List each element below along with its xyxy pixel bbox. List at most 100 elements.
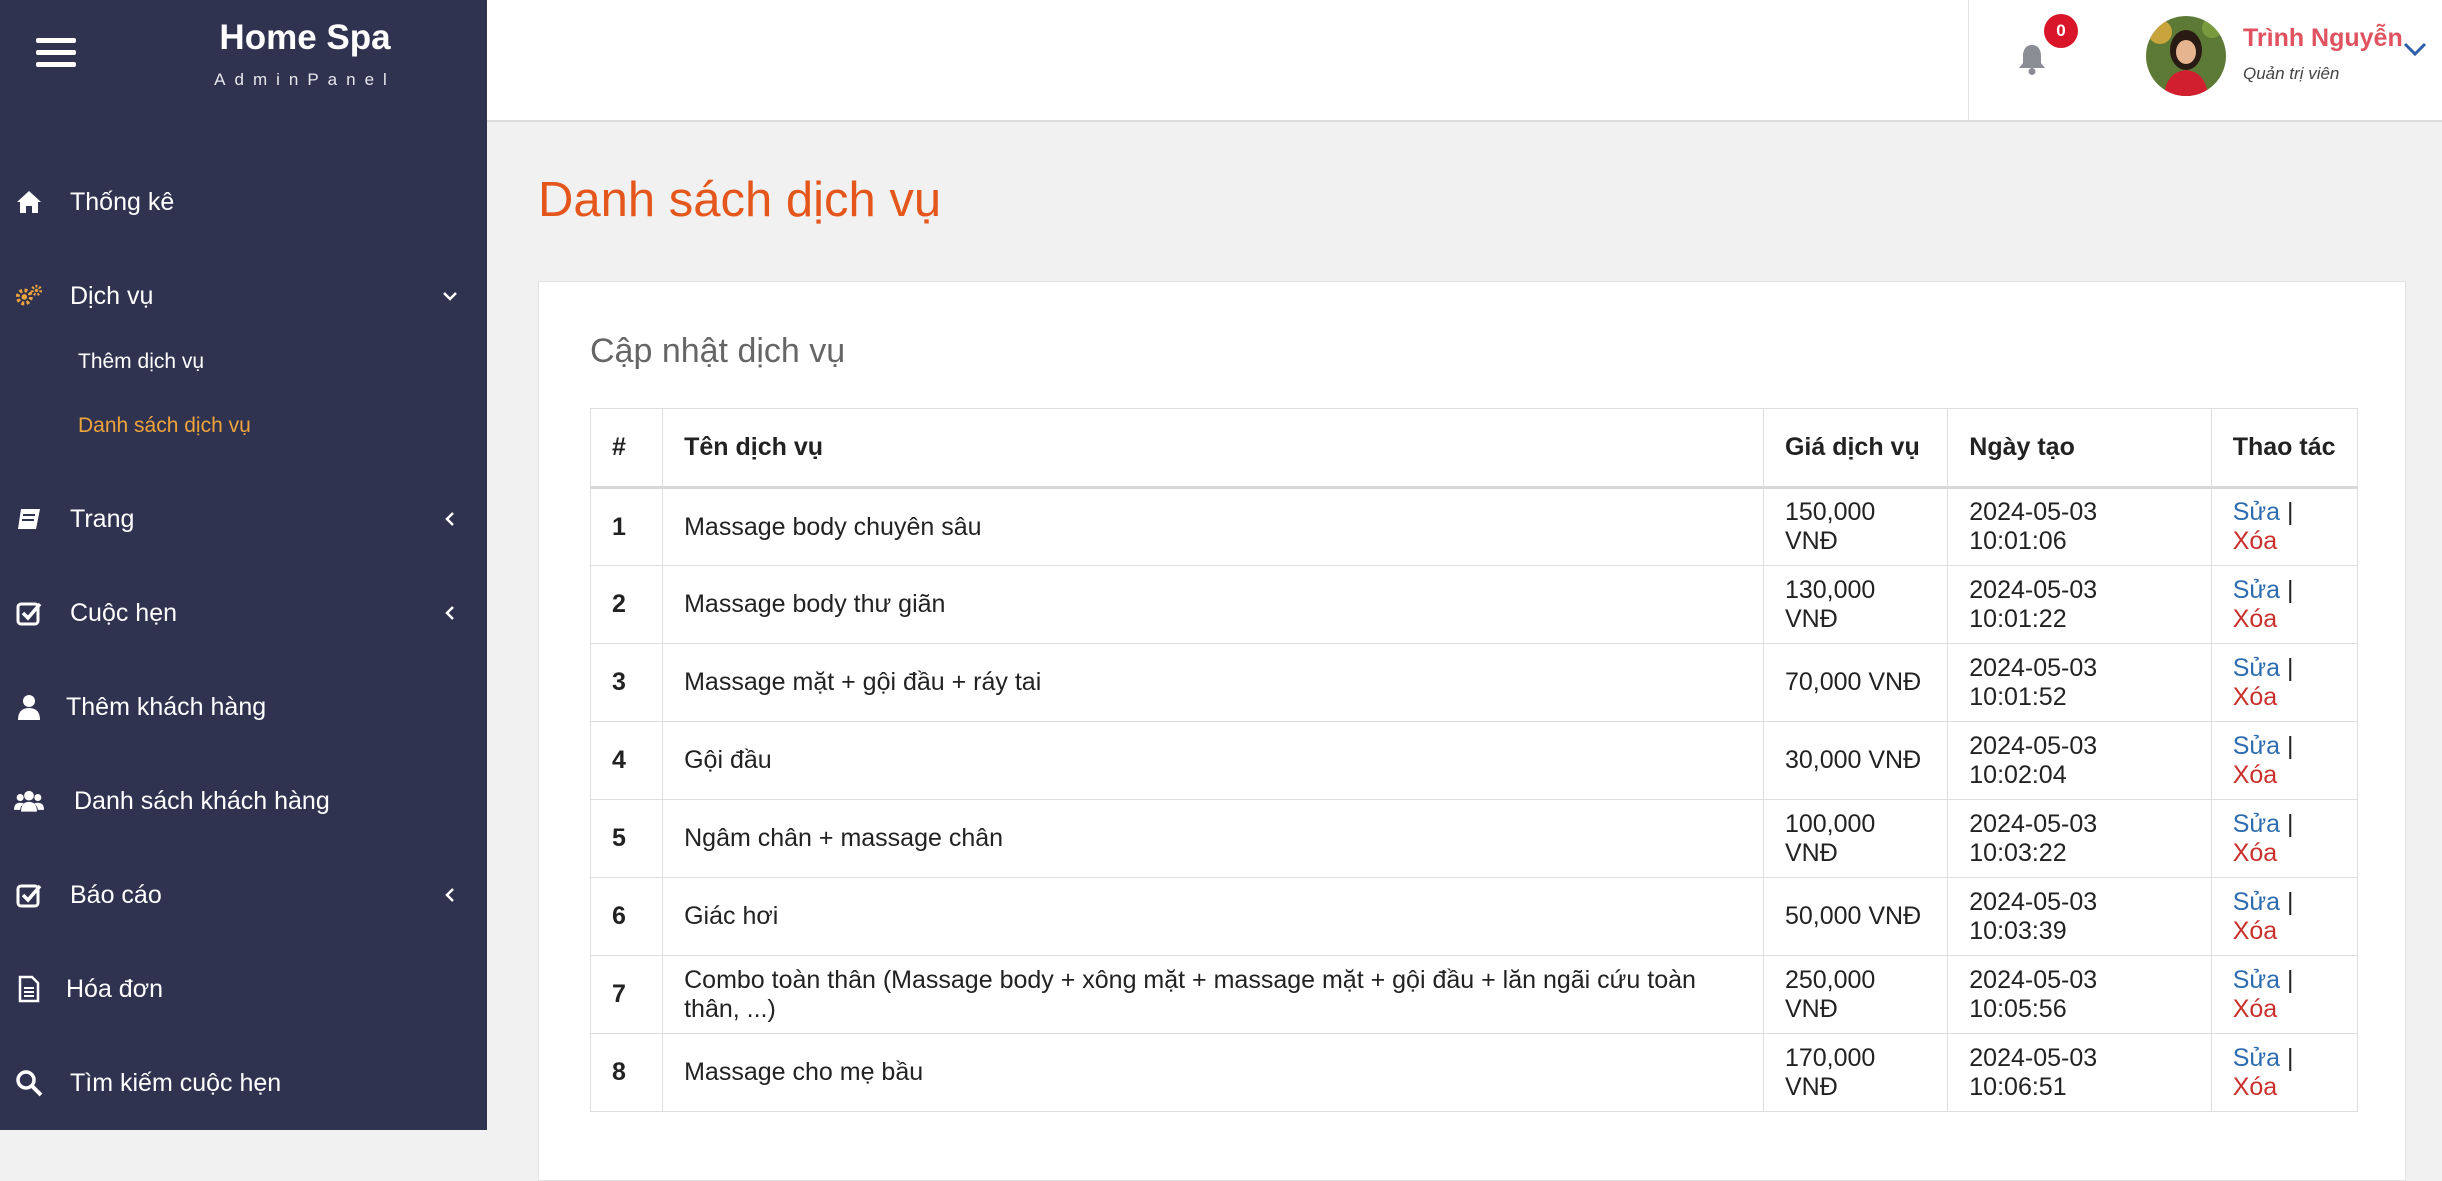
service-price-cell: 50,000 VNĐ <box>1762 877 1949 956</box>
sidebar-item-danh-sach-khach-hang[interactable]: Danh sách khách hàng <box>0 766 487 836</box>
created-date-cell: 2024-05-03 10:03:39 <box>1947 877 2212 956</box>
service-price-cell: 30,000 VNĐ <box>1762 721 1949 800</box>
delete-link[interactable]: Xóa <box>2233 605 2277 633</box>
sidebar-item-dich-vu[interactable]: Dịch vụ <box>0 261 487 331</box>
actions-cell: Sửa | Xóa <box>2210 487 2359 566</box>
gears-icon <box>14 281 44 311</box>
sidebar-item-label: Trang <box>70 504 135 533</box>
created-date-cell: 2024-05-03 10:03:22 <box>1947 799 2212 878</box>
delete-link[interactable]: Xóa <box>2233 839 2277 867</box>
created-date-cell: 2024-05-03 10:05:56 <box>1947 955 2212 1034</box>
sidebar-item-label: Báo cáo <box>70 880 162 909</box>
delete-link[interactable]: Xóa <box>2233 527 2277 555</box>
brand-subtitle: AdminPanel <box>214 70 396 89</box>
actions-cell: Sửa | Xóa <box>2210 955 2359 1034</box>
avatar[interactable] <box>2146 16 2226 96</box>
chevron-down-icon[interactable] <box>2400 38 2430 60</box>
hamburger-menu-icon[interactable] <box>36 38 76 68</box>
action-separator: | <box>2287 965 2294 994</box>
actions-cell: Sửa | Xóa <box>2210 721 2359 800</box>
sidebar-item-cuoc-hen[interactable]: Cuộc hẹn <box>0 578 487 648</box>
service-price-cell: 70,000 VNĐ <box>1762 643 1949 722</box>
column-header-service-name: Tên dịch vụ <box>662 408 1764 489</box>
table-row: 2 Massage body thư giãn 130,000 VNĐ 2024-05… <box>589 565 2359 644</box>
created-date-cell: 2024-05-03 10:06:51 <box>1947 1033 2212 1112</box>
table-row: 1 Massage body chuyên sâu 150,000 VNĐ 2024-… <box>589 487 2359 566</box>
chevron-down-icon <box>443 292 457 301</box>
edit-link[interactable]: Sửa <box>2233 1044 2280 1072</box>
table-row: 6 Giác hơi 50,000 VNĐ 2024-05-03 10:03:39 Sử… <box>589 877 2359 956</box>
service-name-cell: Combo toàn thân (Massage body + xông mặt… <box>662 955 1764 1034</box>
edit-link[interactable]: Sửa <box>2233 888 2280 916</box>
created-date-cell: 2024-05-03 10:01:52 <box>1947 643 2212 722</box>
sidebar-subitem-danh-sach-dich-vu[interactable]: Danh sách dịch vụ <box>78 414 251 438</box>
chevron-left-icon <box>445 512 454 526</box>
delete-link[interactable]: Xóa <box>2233 1073 2277 1101</box>
users-icon <box>14 786 44 816</box>
row-number: 1 <box>589 487 664 566</box>
edit-link[interactable]: Sửa <box>2233 732 2280 760</box>
service-name-cell: Massage body thư giãn <box>662 565 1764 644</box>
row-number: 6 <box>589 877 664 956</box>
column-header-price: Giá dịch vụ <box>1762 408 1949 489</box>
delete-link[interactable]: Xóa <box>2233 683 2277 711</box>
sidebar-item-bao-cao[interactable]: Báo cáo <box>0 860 487 930</box>
row-number: 2 <box>589 565 664 644</box>
delete-link[interactable]: Xóa <box>2233 761 2277 789</box>
row-number: 8 <box>589 1033 664 1112</box>
delete-link[interactable]: Xóa <box>2233 995 2277 1023</box>
row-number: 7 <box>589 955 664 1034</box>
user-icon <box>14 692 44 722</box>
bell-icon[interactable] <box>2016 42 2048 76</box>
table-header-row: # Tên dịch vụ Giá dịch vụ Ngày tạo Thao … <box>589 408 2359 489</box>
sidebar-item-them-khach-hang[interactable]: Thêm khách hàng <box>0 672 487 742</box>
sidebar-item-thong-ke[interactable]: Thống kê <box>0 167 487 237</box>
service-name-cell: Gội đầu <box>662 721 1764 800</box>
service-name-cell: Giác hơi <box>662 877 1764 956</box>
edit-link[interactable]: Sửa <box>2233 810 2280 838</box>
chevron-left-icon <box>445 606 454 620</box>
notification-badge: 0 <box>2044 14 2078 48</box>
service-price-cell: 150,000 VNĐ <box>1762 487 1949 566</box>
sidebar-subitem-them-dich-vu[interactable]: Thêm dịch vụ <box>78 350 204 374</box>
book-icon <box>14 504 44 534</box>
user-name[interactable]: Trình Nguyễn <box>2243 24 2403 53</box>
check-square-icon <box>14 880 44 910</box>
card-title: Cập nhật dịch vụ <box>590 332 846 370</box>
delete-link[interactable]: Xóa <box>2233 917 2277 945</box>
created-date-cell: 2024-05-03 10:02:04 <box>1947 721 2212 800</box>
service-name-cell: Massage body chuyên sâu <box>662 487 1764 566</box>
sidebar-item-trang[interactable]: Trang <box>0 484 487 554</box>
column-header-created: Ngày tạo <box>1947 408 2212 489</box>
actions-cell: Sửa | Xóa <box>2210 643 2359 722</box>
service-name-cell: Massage cho mẹ bầu <box>662 1033 1764 1112</box>
service-price-cell: 100,000 VNĐ <box>1762 799 1949 878</box>
home-icon <box>14 187 44 217</box>
edit-link[interactable]: Sửa <box>2233 654 2280 682</box>
sidebar: Home Spa AdminPanel Thống kê Dịch vụ Thê… <box>0 0 487 1130</box>
edit-link[interactable]: Sửa <box>2233 498 2280 526</box>
edit-link[interactable]: Sửa <box>2233 576 2280 604</box>
action-separator: | <box>2287 575 2294 604</box>
service-name-cell: Massage mặt + gội đầu + ráy tai <box>662 643 1764 722</box>
sidebar-item-label: Tìm kiếm cuộc hẹn <box>70 1068 282 1097</box>
check-square-icon <box>14 598 44 628</box>
actions-cell: Sửa | Xóa <box>2210 1033 2359 1112</box>
row-number: 5 <box>589 799 664 878</box>
table-row: 4 Gội đầu 30,000 VNĐ 2024-05-03 10:02:04 Sửa… <box>589 721 2359 800</box>
sidebar-item-tim-kiem-cuoc-hen[interactable]: Tìm kiếm cuộc hẹn <box>0 1048 487 1118</box>
action-separator: | <box>2287 1043 2294 1072</box>
services-table: # Tên dịch vụ Giá dịch vụ Ngày tạo Thao … <box>589 408 2359 1112</box>
table-row: 8 Massage cho mẹ bầu 170,000 VNĐ 2024-05-03… <box>589 1033 2359 1112</box>
edit-link[interactable]: Sửa <box>2233 966 2280 994</box>
table-row: 5 Ngâm chân + massage chân 100,000 VNĐ 2024… <box>589 799 2359 878</box>
sidebar-item-hoa-don[interactable]: Hóa đơn <box>0 954 487 1024</box>
file-text-icon <box>14 974 44 1004</box>
column-header-actions: Thao tác <box>2210 408 2359 489</box>
sidebar-item-label: Hóa đơn <box>66 974 164 1003</box>
column-header-number: # <box>589 408 664 489</box>
created-date-cell: 2024-05-03 10:01:22 <box>1947 565 2212 644</box>
user-role: Quản trị viên <box>2243 64 2340 83</box>
service-price-cell: 170,000 VNĐ <box>1762 1033 1949 1112</box>
brand[interactable]: Home Spa AdminPanel <box>160 18 450 90</box>
